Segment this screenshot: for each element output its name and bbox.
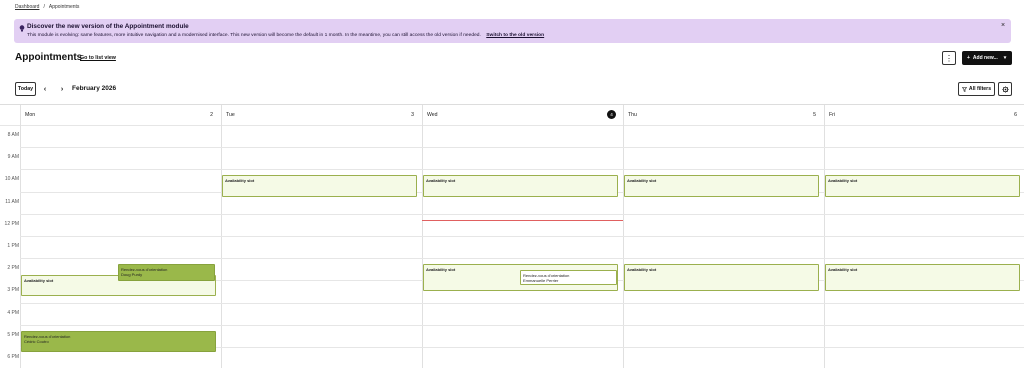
- event-attendee: Doug Purdy: [121, 272, 143, 278]
- hour-label: 2 PM: [7, 265, 19, 272]
- calendar-settings-button[interactable]: [998, 82, 1012, 96]
- banner-text-row: This module is evolving: same features, …: [27, 33, 544, 38]
- hour-label: 11 AM: [5, 198, 19, 205]
- event-title: Rendez-vous d'orientation: [523, 272, 570, 278]
- hour-divider: [20, 258, 1024, 260]
- event-title: Availability slot: [627, 178, 657, 184]
- event-title: Availability slot: [627, 267, 657, 273]
- day-name: Wed: [427, 112, 438, 118]
- event-title: Rendez-vous d'orientation: [24, 333, 71, 339]
- chevron-down-icon: ▾: [1003, 55, 1007, 61]
- day-header[interactable]: Thu 5: [623, 105, 824, 125]
- event-title: Availability slot: [225, 178, 255, 184]
- day-name: Fri: [829, 112, 836, 118]
- header-divider: [0, 125, 1024, 126]
- day-header[interactable]: Wed 4: [422, 105, 623, 125]
- hour-divider: [20, 236, 1024, 237]
- page-title: Appointments: [15, 52, 83, 63]
- today-day-number: 4: [607, 110, 616, 119]
- today-button[interactable]: Today: [15, 82, 36, 96]
- more-options-button[interactable]: ⋮: [942, 51, 956, 65]
- day-header[interactable]: Fri 6: [824, 105, 1024, 125]
- event-title: Availability slot: [426, 178, 456, 184]
- hour-label: 5 PM: [7, 331, 19, 338]
- appointment-event[interactable]: Rendez-vous d'orientation Cédric Coutro: [21, 330, 216, 352]
- hour-divider: [20, 324, 1024, 326]
- availability-slot[interactable]: Availability slot: [222, 175, 417, 197]
- appointment-event[interactable]: Rendez-vous d'orientation Doug Purdy: [118, 264, 215, 281]
- go-to-list-view-link[interactable]: Go to list view: [80, 55, 116, 61]
- close-banner-button[interactable]: ×: [999, 22, 1007, 30]
- breadcrumb: Dashboard / Appointments: [15, 4, 79, 10]
- day-number: 3: [411, 112, 414, 118]
- add-new-button[interactable]: + Add new... ▾: [962, 51, 1012, 65]
- lightbulb-icon: [19, 25, 25, 32]
- chevron-right-icon: ›: [60, 85, 64, 93]
- chevron-left-icon: ‹: [43, 85, 47, 93]
- availability-slot[interactable]: Availability slot: [825, 175, 1020, 197]
- availability-slot[interactable]: Availability slot: [624, 264, 819, 291]
- all-filters-label: All filters: [968, 86, 992, 92]
- breadcrumb-dashboard-link[interactable]: Dashboard: [15, 4, 39, 10]
- next-week-button[interactable]: ›: [58, 84, 66, 94]
- day-name: Mon: [25, 112, 36, 118]
- event-attendee: Cédric Coutro: [24, 338, 49, 344]
- hour-label: 3 PM: [7, 287, 19, 294]
- hour-label: 10 AM: [4, 176, 19, 183]
- hour-divider: [20, 213, 1024, 215]
- new-version-banner: Discover the new version of the Appointm…: [14, 19, 1011, 43]
- event-title: Availability slot: [828, 178, 858, 184]
- day-header[interactable]: Mon 2: [20, 105, 221, 125]
- event-title: Rendez-vous d'orientation: [121, 267, 168, 273]
- gear-icon: [1001, 85, 1009, 93]
- hour-label: 6 PM: [7, 354, 19, 360]
- day-number: 6: [1014, 112, 1017, 118]
- hour-label: 9 AM: [7, 154, 19, 161]
- banner-text: This module is evolving: same features, …: [27, 33, 481, 38]
- hour-label: 1 PM: [7, 243, 19, 249]
- breadcrumb-separator: /: [43, 4, 45, 10]
- prev-week-button[interactable]: ‹: [41, 84, 49, 94]
- more-icon: ⋮: [945, 53, 953, 63]
- day-name: Thu: [628, 112, 637, 118]
- hour-label: 4 PM: [7, 309, 19, 316]
- appointment-event[interactable]: Rendez-vous d'orientation Emmanuelle Perr…: [520, 269, 617, 286]
- current-month-label: February 2026: [72, 85, 117, 92]
- availability-slot[interactable]: Availability slot: [423, 175, 618, 197]
- event-attendee: Emmanuelle Perrier: [523, 277, 559, 283]
- all-filters-button[interactable]: All filters: [958, 82, 995, 96]
- availability-slot[interactable]: Availability slot: [825, 264, 1020, 291]
- breadcrumb-current: Appointments: [48, 4, 80, 10]
- day-name: Tue: [226, 112, 235, 118]
- switch-old-version-link[interactable]: Switch to the old version: [486, 33, 544, 38]
- day-header[interactable]: Tue 3: [221, 105, 422, 125]
- day-number: 5: [813, 112, 816, 118]
- event-title: Availability slot: [828, 267, 858, 273]
- plus-icon: +: [967, 55, 970, 61]
- hour-divider: [20, 302, 1024, 304]
- hour-label: 8 AM: [7, 132, 19, 138]
- banner-title: Discover the new version of the Appointm…: [27, 23, 189, 30]
- add-new-label: Add new...: [972, 55, 998, 61]
- current-time-indicator: [422, 220, 623, 222]
- week-calendar-grid: Mon 2 Tue 3 Wed 4 Thu 5 Fri 6 8 AM 9 AM 10 AM 11 AM 12…: [0, 104, 1024, 368]
- day-number: 2: [210, 112, 213, 118]
- hour-divider: [20, 169, 1024, 171]
- funnel-icon: [961, 86, 967, 92]
- hour-divider: [20, 147, 1024, 149]
- availability-slot[interactable]: Availability slot: [624, 175, 819, 197]
- hour-label: 12 PM: [4, 220, 19, 227]
